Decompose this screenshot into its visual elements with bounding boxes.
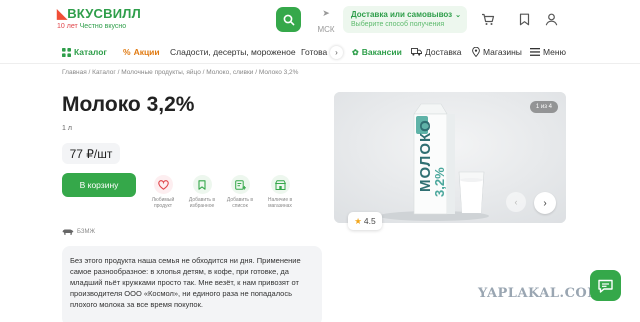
nav-ready-label: Готова (301, 47, 328, 57)
svg-text:3,2%: 3,2% (432, 167, 447, 197)
nav-stores-label: Магазины (483, 47, 522, 57)
bzmzh-label: БЗМЖ (77, 229, 96, 235)
hamburger-icon (530, 48, 540, 56)
truck-icon (411, 48, 422, 56)
favorite-product-button[interactable]: Любимый продукт (143, 175, 183, 209)
percent-icon: % (123, 47, 131, 57)
nav-sweets[interactable]: Сладости, десерты, мороженое (170, 47, 296, 57)
chat-icon (598, 279, 613, 293)
cow-icon (62, 229, 74, 235)
nav-promo[interactable]: % Акции (123, 47, 160, 57)
store-availability-label: Наличие в магазинах (267, 197, 293, 209)
rating-value: 4.5 (363, 216, 376, 226)
watermark: YAPLAKAL.COM (478, 286, 603, 301)
nav-catalog-label: Каталог (74, 47, 107, 57)
list-add-icon (234, 179, 246, 190)
nav-catalog[interactable]: Каталог (62, 47, 107, 57)
vacancies-icon: ✿ (352, 47, 359, 57)
nav-menu[interactable]: Меню (530, 47, 566, 57)
logo-wordmark: ◣ВКУСВИЛЛ (57, 6, 141, 21)
map-pin-icon (472, 47, 480, 57)
store-icon (274, 179, 286, 190)
add-to-list-label: Добавить в список (226, 197, 254, 209)
chevron-down-icon: ⌄ (455, 11, 462, 19)
header: ◣ВКУСВИЛЛ 10 лет Честно вкусно ➤ МСК Дос… (0, 0, 640, 42)
nav-menu-label: Меню (543, 47, 566, 57)
chevron-left-icon: ‹ (514, 197, 518, 207)
logo[interactable]: ◣ВКУСВИЛЛ 10 лет Честно вкусно (57, 6, 141, 30)
nav-delivery-label: Доставка (425, 47, 462, 57)
profile-icon[interactable] (543, 11, 559, 27)
delivery-selector[interactable]: Доставка или самовывоз ⌄ Выберите способ … (343, 6, 467, 33)
chat-button[interactable] (590, 270, 621, 301)
bookmark-icon[interactable] (516, 11, 532, 27)
cart-icon[interactable] (480, 11, 496, 27)
grid-icon (62, 47, 71, 57)
page-title: Молоко 3,2% (62, 93, 195, 116)
product-price: 77 ₽/шт (62, 143, 120, 164)
search-icon (283, 14, 294, 25)
add-to-list-button[interactable]: Добавить в список (220, 175, 260, 209)
add-to-favorites-label: Добавить в избранное (188, 197, 216, 209)
delivery-title: Доставка или самовывоз (351, 10, 453, 19)
nav-vacancies-label: Вакансии (361, 47, 402, 57)
logo-tagline: 10 лет Честно вкусно (57, 23, 127, 30)
nav-stores[interactable]: Магазины (472, 47, 522, 57)
city-label: МСК (317, 25, 335, 34)
nav-sweets-label: Сладости, десерты, мороженое (170, 47, 296, 57)
chevron-right-icon: › (335, 48, 338, 57)
nav-delivery[interactable]: Доставка (411, 47, 462, 57)
location-arrow-icon: ➤ (322, 8, 330, 18)
product-gallery[interactable]: МОЛОКО 3,2% 1 из 4 ‹ › (334, 92, 566, 223)
nav-ready-food[interactable]: Готова (301, 47, 331, 57)
gallery-next-button[interactable]: › (534, 192, 556, 214)
product-image: МОЛОКО 3,2% (334, 92, 566, 223)
bzmzh-badge: БЗМЖ (62, 228, 95, 236)
bookmark-icon (198, 179, 206, 190)
search-button[interactable] (276, 7, 301, 32)
delivery-subtitle: Выберите способ получения (351, 21, 445, 28)
add-to-cart-button[interactable]: В корзину (62, 173, 136, 197)
store-availability-button[interactable]: Наличие в магазинах (260, 175, 300, 209)
chevron-right-icon: › (543, 197, 547, 209)
gallery-prev-button[interactable]: ‹ (506, 192, 526, 212)
gallery-counter: 1 из 4 (529, 101, 558, 113)
product-volume: 1 л (62, 125, 72, 132)
city-selector[interactable]: ➤ МСК (312, 8, 340, 37)
star-icon: ★ (354, 215, 362, 226)
add-to-favorites-button[interactable]: Добавить в избранное (182, 175, 222, 209)
nav-vacancies[interactable]: ✿ Вакансии (352, 47, 402, 57)
nav-promo-label: Акции (133, 47, 160, 57)
breadcrumb[interactable]: Главная / Каталог / Молочные продукты, я… (62, 69, 298, 76)
favorite-product-label: Любимый продукт (151, 197, 175, 209)
rating-badge[interactable]: ★ 4.5 (348, 212, 382, 230)
nav-scroll-right-button[interactable]: › (330, 46, 343, 59)
product-description: Без этого продукта наша семья не обходит… (62, 246, 322, 322)
main-nav: Каталог % Акции Сладости, десерты, морож… (0, 42, 640, 64)
heart-icon (157, 179, 169, 190)
